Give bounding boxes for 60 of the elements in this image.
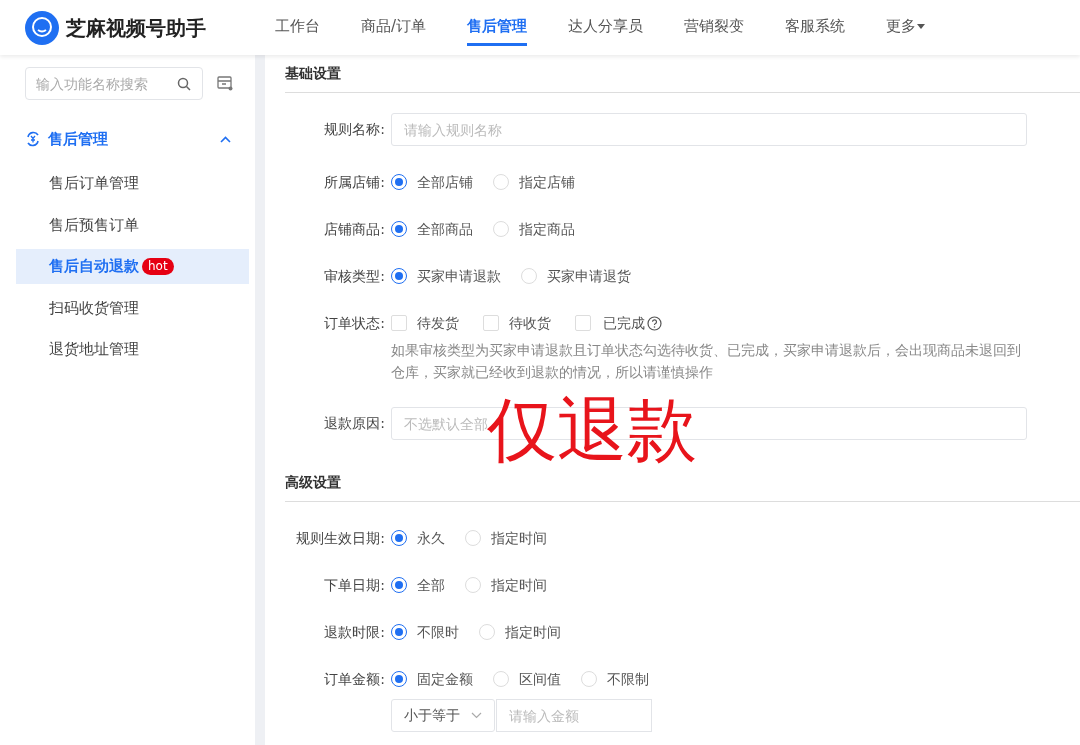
field-label: 规则生效日期: xyxy=(295,529,386,548)
radio-option[interactable]: 指定商品 xyxy=(493,213,575,245)
checkbox[interactable] xyxy=(575,315,591,331)
layout-icon[interactable] xyxy=(217,76,233,91)
amount-field[interactable]: 请输入金额 xyxy=(496,699,652,732)
radio-option[interactable]: 指定时间 xyxy=(479,616,561,648)
chevron-down-icon xyxy=(471,712,482,719)
radio-option[interactable]: 不限制 xyxy=(581,663,649,695)
checkbox-option[interactable]: 待收货 xyxy=(483,307,551,339)
menu-group-label: 售后管理 xyxy=(48,128,108,150)
radio-option[interactable]: 买家申请退款 xyxy=(391,260,501,292)
sidebar-item[interactable]: 售后自动退款 hot xyxy=(16,249,249,284)
nav-tab[interactable]: 达人分享员 xyxy=(568,14,644,47)
help-icon[interactable] xyxy=(647,315,662,331)
radio-option[interactable]: 买家申请退货 xyxy=(521,260,631,292)
section-title: 基础设置 xyxy=(285,55,1080,93)
nav-tab[interactable]: 更多 xyxy=(886,14,926,47)
radio-option[interactable]: 指定店铺 xyxy=(493,166,575,198)
field-label: 店铺商品: xyxy=(323,220,386,239)
search-icon xyxy=(177,77,191,91)
checkbox-option[interactable]: 待发货 xyxy=(391,307,459,339)
menu-group-header[interactable]: 售后管理 xyxy=(0,124,255,154)
checkbox[interactable] xyxy=(391,315,407,331)
field-label: 订单状态: xyxy=(323,314,386,333)
radio-option[interactable]: 指定时间 xyxy=(465,569,547,601)
nav-tab[interactable]: 营销裂变 xyxy=(684,14,745,47)
hot-badge: hot xyxy=(142,258,174,275)
checkbox[interactable] xyxy=(483,315,499,331)
nav-tab[interactable]: 工作台 xyxy=(275,14,320,47)
radio-option[interactable]: 全部商品 xyxy=(391,213,473,245)
radio-option[interactable]: 区间值 xyxy=(493,663,561,695)
input-field[interactable]: 请输入规则名称 xyxy=(391,113,1027,146)
field-label: 退款时限: xyxy=(323,623,386,642)
nav-tab[interactable]: 客服系统 xyxy=(785,14,846,47)
checkbox-option[interactable]: 已完成 xyxy=(575,307,662,339)
radio-option[interactable]: 全部 xyxy=(391,569,445,601)
radio-option[interactable]: 永久 xyxy=(391,522,445,554)
radio-option[interactable]: 不限时 xyxy=(391,616,459,648)
sidebar-item[interactable]: 扫码收货管理 xyxy=(16,290,249,326)
sidebar-item[interactable]: 售后预售订单 xyxy=(16,207,249,243)
app-title: 芝麻视频号助手 xyxy=(66,14,206,42)
refund-icon xyxy=(25,131,41,147)
field-label: 所属店铺: xyxy=(323,173,386,192)
section-title: 高级设置 xyxy=(285,464,1080,502)
logo-icon xyxy=(25,10,59,45)
field-label: 规则名称: xyxy=(323,120,386,139)
radio-option[interactable]: 全部店铺 xyxy=(391,166,473,198)
sidebar-item[interactable]: 退货地址管理 xyxy=(16,332,249,367)
help-text: 如果审核类型为买家申请退款且订单状态勾选待收货、已完成，买家申请退款后，会出现商品未退回到仓库，买家就已经收到退款的情况，所以请谨慎操作 xyxy=(391,341,1021,382)
field-label: 订单金额: xyxy=(323,670,386,689)
field-label: 审核类型: xyxy=(323,267,386,286)
search-field[interactable]: 输入功能名称搜索 xyxy=(25,67,203,100)
field-label: 下单日期: xyxy=(323,576,386,595)
radio-option[interactable]: 指定时间 xyxy=(465,522,547,554)
operator-select[interactable]: 小于等于 xyxy=(391,699,495,732)
field-label: 退款原因: xyxy=(323,414,386,433)
nav-tab[interactable]: 售后管理 xyxy=(467,14,528,47)
nav-tab[interactable]: 商品/订单 xyxy=(361,14,427,47)
radio-option[interactable]: 固定金额 xyxy=(391,663,473,695)
sidebar-item[interactable]: 售后订单管理 xyxy=(16,166,249,201)
